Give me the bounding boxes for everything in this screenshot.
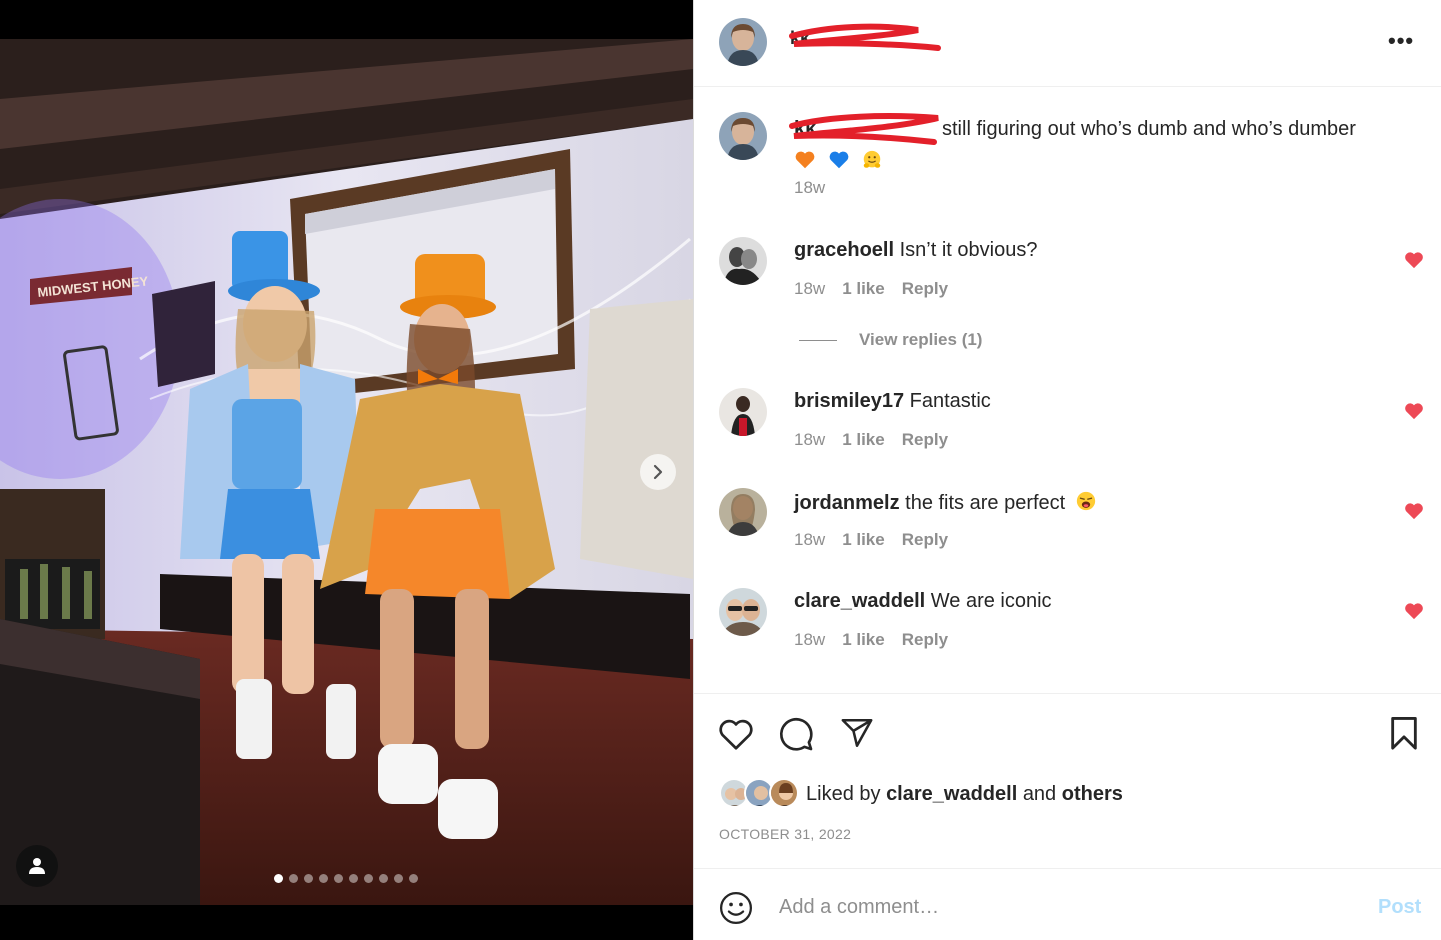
like-heart-icon[interactable] [718, 717, 754, 751]
carousel-dot [394, 874, 403, 883]
caption-text-block: kk still figuring out who’s dumb and who’… [794, 115, 1414, 173]
comment-username[interactable]: clare_waddell [794, 590, 925, 612]
chevron-right-icon [653, 464, 663, 480]
comment-text: Fantastic [909, 390, 991, 412]
comment-meta: 18w 1 like Reply [794, 430, 948, 450]
liked-by-others-link[interactable]: others [1062, 783, 1123, 806]
commenter-avatar[interactable] [719, 388, 767, 436]
weary-face-icon [1076, 491, 1095, 511]
comment-reply-button[interactable]: Reply [902, 630, 948, 650]
comment-text: the fits are perfect [905, 492, 1066, 514]
heart-filled-icon[interactable] [1404, 602, 1424, 620]
add-comment-bar: Post [694, 870, 1441, 940]
next-image-button[interactable] [640, 454, 676, 490]
carousel-dot [364, 874, 373, 883]
liked-by-avatars [719, 778, 801, 810]
comment-text-line: brismiley17 Fantastic [794, 390, 991, 413]
save-bookmark-icon[interactable] [1389, 717, 1419, 751]
post-comment-button[interactable]: Post [1378, 896, 1421, 919]
post-details-panel: kk ••• kk still figuring out who’s dumb a… [693, 0, 1441, 940]
caption-emojis [794, 145, 1414, 173]
caption-author-avatar[interactable] [719, 112, 767, 160]
share-paper-plane-icon[interactable] [839, 716, 875, 750]
comment-text: Isn’t it obvious? [899, 239, 1038, 261]
redaction-scribble [789, 23, 941, 51]
comment-text-line: jordanmelz the fits are perfect [794, 490, 1097, 515]
liked-by-prefix: Liked by [806, 782, 881, 805]
add-comment-input[interactable] [779, 892, 1339, 922]
comment-text-line: clare_waddell We are iconic [794, 590, 1052, 613]
tagged-users-button[interactable] [16, 845, 58, 887]
comment-reply-button[interactable]: Reply [902, 530, 948, 550]
carousel-dot [409, 874, 418, 883]
heart-filled-icon[interactable] [1404, 251, 1424, 269]
emoji-picker-icon[interactable] [719, 891, 753, 925]
comment-username[interactable]: gracehoell [794, 239, 894, 261]
commenter-avatar[interactable] [719, 237, 767, 285]
user-icon [29, 858, 45, 874]
replies-divider [799, 339, 837, 341]
author-username[interactable]: kk [790, 28, 810, 49]
comment-meta: 18w 1 like Reply [794, 279, 948, 299]
post-photo[interactable]: MIDWEST HONEY [0, 39, 693, 905]
carousel-dot [379, 874, 388, 883]
carousel-dot [349, 874, 358, 883]
heart-filled-icon[interactable] [1404, 402, 1424, 420]
comment-username[interactable]: brismiley17 [794, 390, 904, 412]
comment-meta: 18w 1 like Reply [794, 530, 948, 550]
comment-username[interactable]: jordanmelz [794, 492, 900, 514]
liked-by-user[interactable]: clare_waddell [886, 783, 1017, 806]
comment-item: gracehoell Isn’t it obvious? 18w 1 like … [694, 237, 1441, 317]
carousel-indicator [274, 874, 418, 883]
view-replies-label: View replies (1) [859, 330, 983, 349]
liked-by: Liked by clare_waddell and others [719, 778, 1123, 810]
more-options-button[interactable]: ••• [1388, 28, 1414, 54]
comment-meta: 18w 1 like Reply [794, 630, 948, 650]
comment-time[interactable]: 18w [794, 630, 825, 650]
caption-text: still figuring out who’s dumb and who’s … [942, 118, 1356, 140]
carousel-dot [274, 874, 283, 883]
comment-likes[interactable]: 1 like [842, 430, 885, 450]
commenter-avatar[interactable] [719, 488, 767, 536]
comment-reply-button[interactable]: Reply [902, 430, 948, 450]
liker-avatar[interactable] [769, 778, 799, 808]
liked-by-and: and [1022, 782, 1057, 805]
comment-icon[interactable] [778, 716, 814, 752]
post-header: kk ••• [694, 0, 1441, 87]
blue-heart-icon [829, 151, 848, 168]
carousel-dot [319, 874, 328, 883]
hugging-face-icon [863, 150, 881, 168]
caption-timestamp[interactable]: 18w [794, 178, 825, 198]
commenter-avatar[interactable] [719, 588, 767, 636]
comment-reply-button[interactable]: Reply [902, 279, 948, 299]
comment-item: brismiley17 Fantastic 18w 1 like Reply [694, 388, 1441, 468]
comment-text: We are iconic [930, 590, 1052, 612]
comment-time[interactable]: 18w [794, 530, 825, 550]
post-actions: Liked by clare_waddell and others OCTOBE… [694, 693, 1441, 869]
comment-likes[interactable]: 1 like [842, 530, 885, 550]
comment-text-line: gracehoell Isn’t it obvious? [794, 239, 1037, 262]
carousel-dot [334, 874, 343, 883]
carousel-dot [289, 874, 298, 883]
comment-likes[interactable]: 1 like [842, 630, 885, 650]
comment-item: clare_waddell We are iconic 18w 1 like R… [694, 588, 1441, 668]
post-date[interactable]: OCTOBER 31, 2022 [719, 826, 851, 842]
post-media-panel: MIDWEST HONEY [0, 0, 693, 940]
comment-time[interactable]: 18w [794, 430, 825, 450]
comment-likes[interactable]: 1 like [842, 279, 885, 299]
orange-heart-icon [795, 151, 815, 168]
caption-author-username[interactable]: kk [794, 115, 942, 143]
author-avatar[interactable] [719, 18, 767, 66]
view-replies-button[interactable]: View replies (1) [799, 330, 982, 350]
comment-item: jordanmelz the fits are perfect 18w 1 li… [694, 488, 1441, 568]
heart-filled-icon[interactable] [1404, 502, 1424, 520]
carousel-dot [304, 874, 313, 883]
comment-time[interactable]: 18w [794, 279, 825, 299]
